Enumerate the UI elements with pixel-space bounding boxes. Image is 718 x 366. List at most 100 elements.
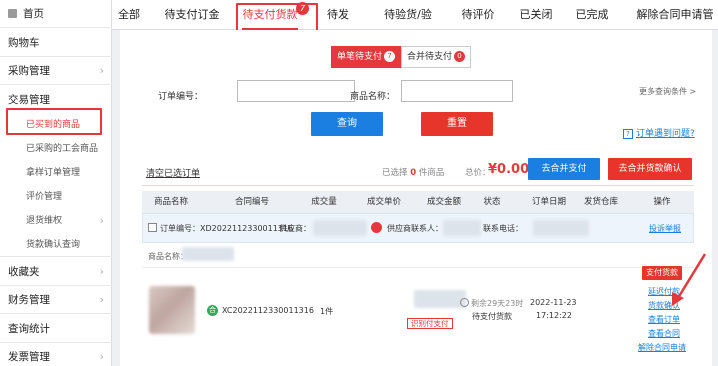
sidebar-item-label: 首页 [23, 8, 44, 20]
segment-merge-pending[interactable]: 合并待支付 0 [401, 46, 471, 68]
sidebar-item-bought-goods[interactable]: 已买到的商品 [0, 113, 112, 137]
column-header: 商品名称 [153, 197, 188, 207]
order-row: 订单编号：XD2022112330011316 供应商： 供应商联系人： 联系电… [142, 213, 694, 243]
order-date: 2022-11-23 [530, 298, 577, 307]
sidebar-item-sample-orders[interactable]: 拿样订单管理 [0, 161, 112, 185]
sidebar-item-label: 收藏夹 [8, 266, 40, 278]
product-name-input[interactable] [401, 80, 513, 102]
tab-pending-review[interactable]: 待评价 [461, 0, 495, 30]
query-button[interactable]: 查询 [311, 112, 383, 136]
terminate-contract-link[interactable]: 解除合同申请 [638, 342, 686, 353]
sidebar-item-finance[interactable]: 财务管理 › [0, 286, 112, 314]
selected-count: 已选择 0 件商品 [382, 166, 444, 178]
redacted-contact [443, 220, 481, 236]
merge-pay-button[interactable]: 去合并支付 [528, 158, 600, 180]
supplier-icon [371, 222, 382, 233]
pointer-arrow-icon [672, 253, 707, 306]
product-name-row: 商品名称： [142, 243, 694, 267]
sidebar-item-label: 评价管理 [26, 192, 63, 202]
sidebar-item-union-goods[interactable]: 已采购的工会商品 [0, 137, 112, 161]
order-no-input[interactable] [237, 80, 355, 102]
quantity: 1件 [320, 307, 334, 316]
selected-prefix: 已选择 [382, 168, 408, 178]
order-no: 订单编号：XD2022112330011316 [160, 223, 293, 234]
tab-pending-payment[interactable]: 待支付货款 [242, 0, 298, 30]
column-header: 发货仓库 [583, 197, 618, 207]
chevron-right-icon: › [99, 64, 104, 77]
sidebar-item-label: 交易管理 [8, 94, 50, 106]
home-icon [8, 9, 17, 18]
column-header: 成交金额 [426, 197, 461, 207]
redacted-amount [414, 290, 466, 308]
column-header: 合同编号 [234, 197, 269, 207]
chevron-right-icon: › [99, 350, 104, 363]
view-order-link[interactable]: 查看订单 [648, 314, 680, 325]
supplier-label: 供应商： [279, 224, 311, 233]
merge-confirm-button[interactable]: 去合并货款确认 [608, 158, 692, 180]
sidebar-item-purchase[interactable]: 采购管理 › [0, 57, 112, 85]
sidebar-item-returns[interactable]: 退货维权 › [0, 209, 112, 233]
segment-single-pending[interactable]: 单笔待支付 7 [331, 46, 401, 68]
remaining-time: 剩余29天23时 [460, 298, 523, 309]
sidebar-item-stats[interactable]: 查询统计 [0, 315, 112, 343]
tab-pending-inspection[interactable]: 待验货/验票 [380, 0, 436, 51]
view-contract-link[interactable]: 查看合同 [648, 328, 680, 339]
order-time: 17:12:22 [536, 311, 572, 320]
redacted-phone [533, 220, 589, 236]
sidebar-item-label: 拿样订单管理 [26, 168, 81, 178]
sidebar-item-label: 采购管理 [8, 65, 50, 77]
main-panel: 单笔待支付 7 合并待支付 0 订单编号： 商品名称： 更多查询条件 > 查询 重置… [120, 30, 712, 366]
phone-label: 联系电话： [483, 224, 523, 233]
sidebar-item-label: 发票管理 [8, 351, 50, 363]
help-link-label: 订单遇到问题? [636, 129, 695, 139]
sidebar-item-home[interactable]: 首页 [0, 0, 112, 28]
sidebar-item-label: 货款确认查询 [26, 240, 81, 250]
sidebar-item-payment-confirm[interactable]: 货款确认查询 [0, 233, 112, 257]
sidebar-item-invoices[interactable]: 发票管理 › [0, 343, 112, 366]
tab-contract-termination[interactable]: 解除合同申请管理 [633, 0, 717, 51]
sidebar-item-label: 退货维权 [26, 216, 63, 226]
segment-label: 合并待支付 [406, 52, 452, 62]
sidebar-item-trade[interactable]: 交易管理 [0, 86, 112, 114]
column-header: 成交量 [311, 197, 337, 207]
selected-suffix: 件商品 [418, 168, 445, 178]
column-header: 订单日期 [531, 197, 566, 207]
order-checkbox[interactable] [148, 223, 157, 232]
summary-bar: 清空已选订单 已选择 0 件商品 总价： ¥0.00 去合并支付 去合并货款确认 [142, 154, 694, 186]
column-header: 成交单价 [366, 197, 401, 207]
chevron-right-icon: › [99, 214, 104, 227]
contract-no[interactable]: XC2022112330011316 [222, 306, 314, 315]
redacted-product-name [182, 247, 234, 261]
column-header: 状态 [483, 197, 501, 207]
sidebar-item-label: 财务管理 [8, 294, 50, 306]
sidebar-item-reviews[interactable]: 评价管理 [0, 185, 112, 209]
tab-all[interactable]: 全部 [118, 0, 140, 30]
product-name-label: 商品名称： [350, 92, 396, 102]
tab-badge: 7 [296, 2, 309, 15]
order-help-link[interactable]: ? 订单遇到问题? [623, 126, 695, 139]
product-thumbnail [149, 286, 195, 334]
order-status: 待支付货款 [472, 312, 512, 321]
sidebar-item-label: 已采购的工会商品 [26, 144, 99, 154]
tab-label: 待支付货款 [242, 8, 298, 21]
selected-number: 0 [410, 168, 417, 178]
order-no-label: 订单编号： [160, 224, 200, 233]
sidebar-item-favorites[interactable]: 收藏夹 › [0, 258, 112, 286]
tab-pending-shipment[interactable]: 待发货 [322, 0, 354, 51]
total-value: ¥0.00 [488, 162, 530, 177]
complaint-link[interactable]: 投诉举报 [649, 223, 681, 234]
segment-label: 单笔待支付 [336, 52, 382, 62]
more-conditions-link[interactable]: 更多查询条件 > [639, 86, 696, 97]
sidebar-item-label: 查询统计 [8, 323, 50, 335]
tab-closed[interactable]: 已关闭 [519, 0, 553, 30]
column-header: 操作 [653, 197, 671, 207]
clear-selected-link[interactable]: 清空已选订单 [146, 166, 200, 179]
tab-bar: 全部 待支付订金 待支付货款 7 待发货 待验货/验票 待评价 已关闭 已完成 … [112, 0, 718, 51]
tab-completed[interactable]: 已完成 [575, 0, 609, 30]
page: 首页 购物车 采购管理 › 交易管理 已买到的商品 已采购的工会商品 拿样订单管理… [0, 0, 718, 366]
sidebar-item-cart[interactable]: 购物车 [0, 29, 112, 57]
tab-pending-deposit[interactable]: 待支付订金 [164, 0, 220, 30]
reset-button[interactable]: 重置 [421, 112, 493, 136]
sidebar-item-label: 购物车 [8, 37, 40, 49]
chevron-right-icon: › [99, 265, 104, 278]
